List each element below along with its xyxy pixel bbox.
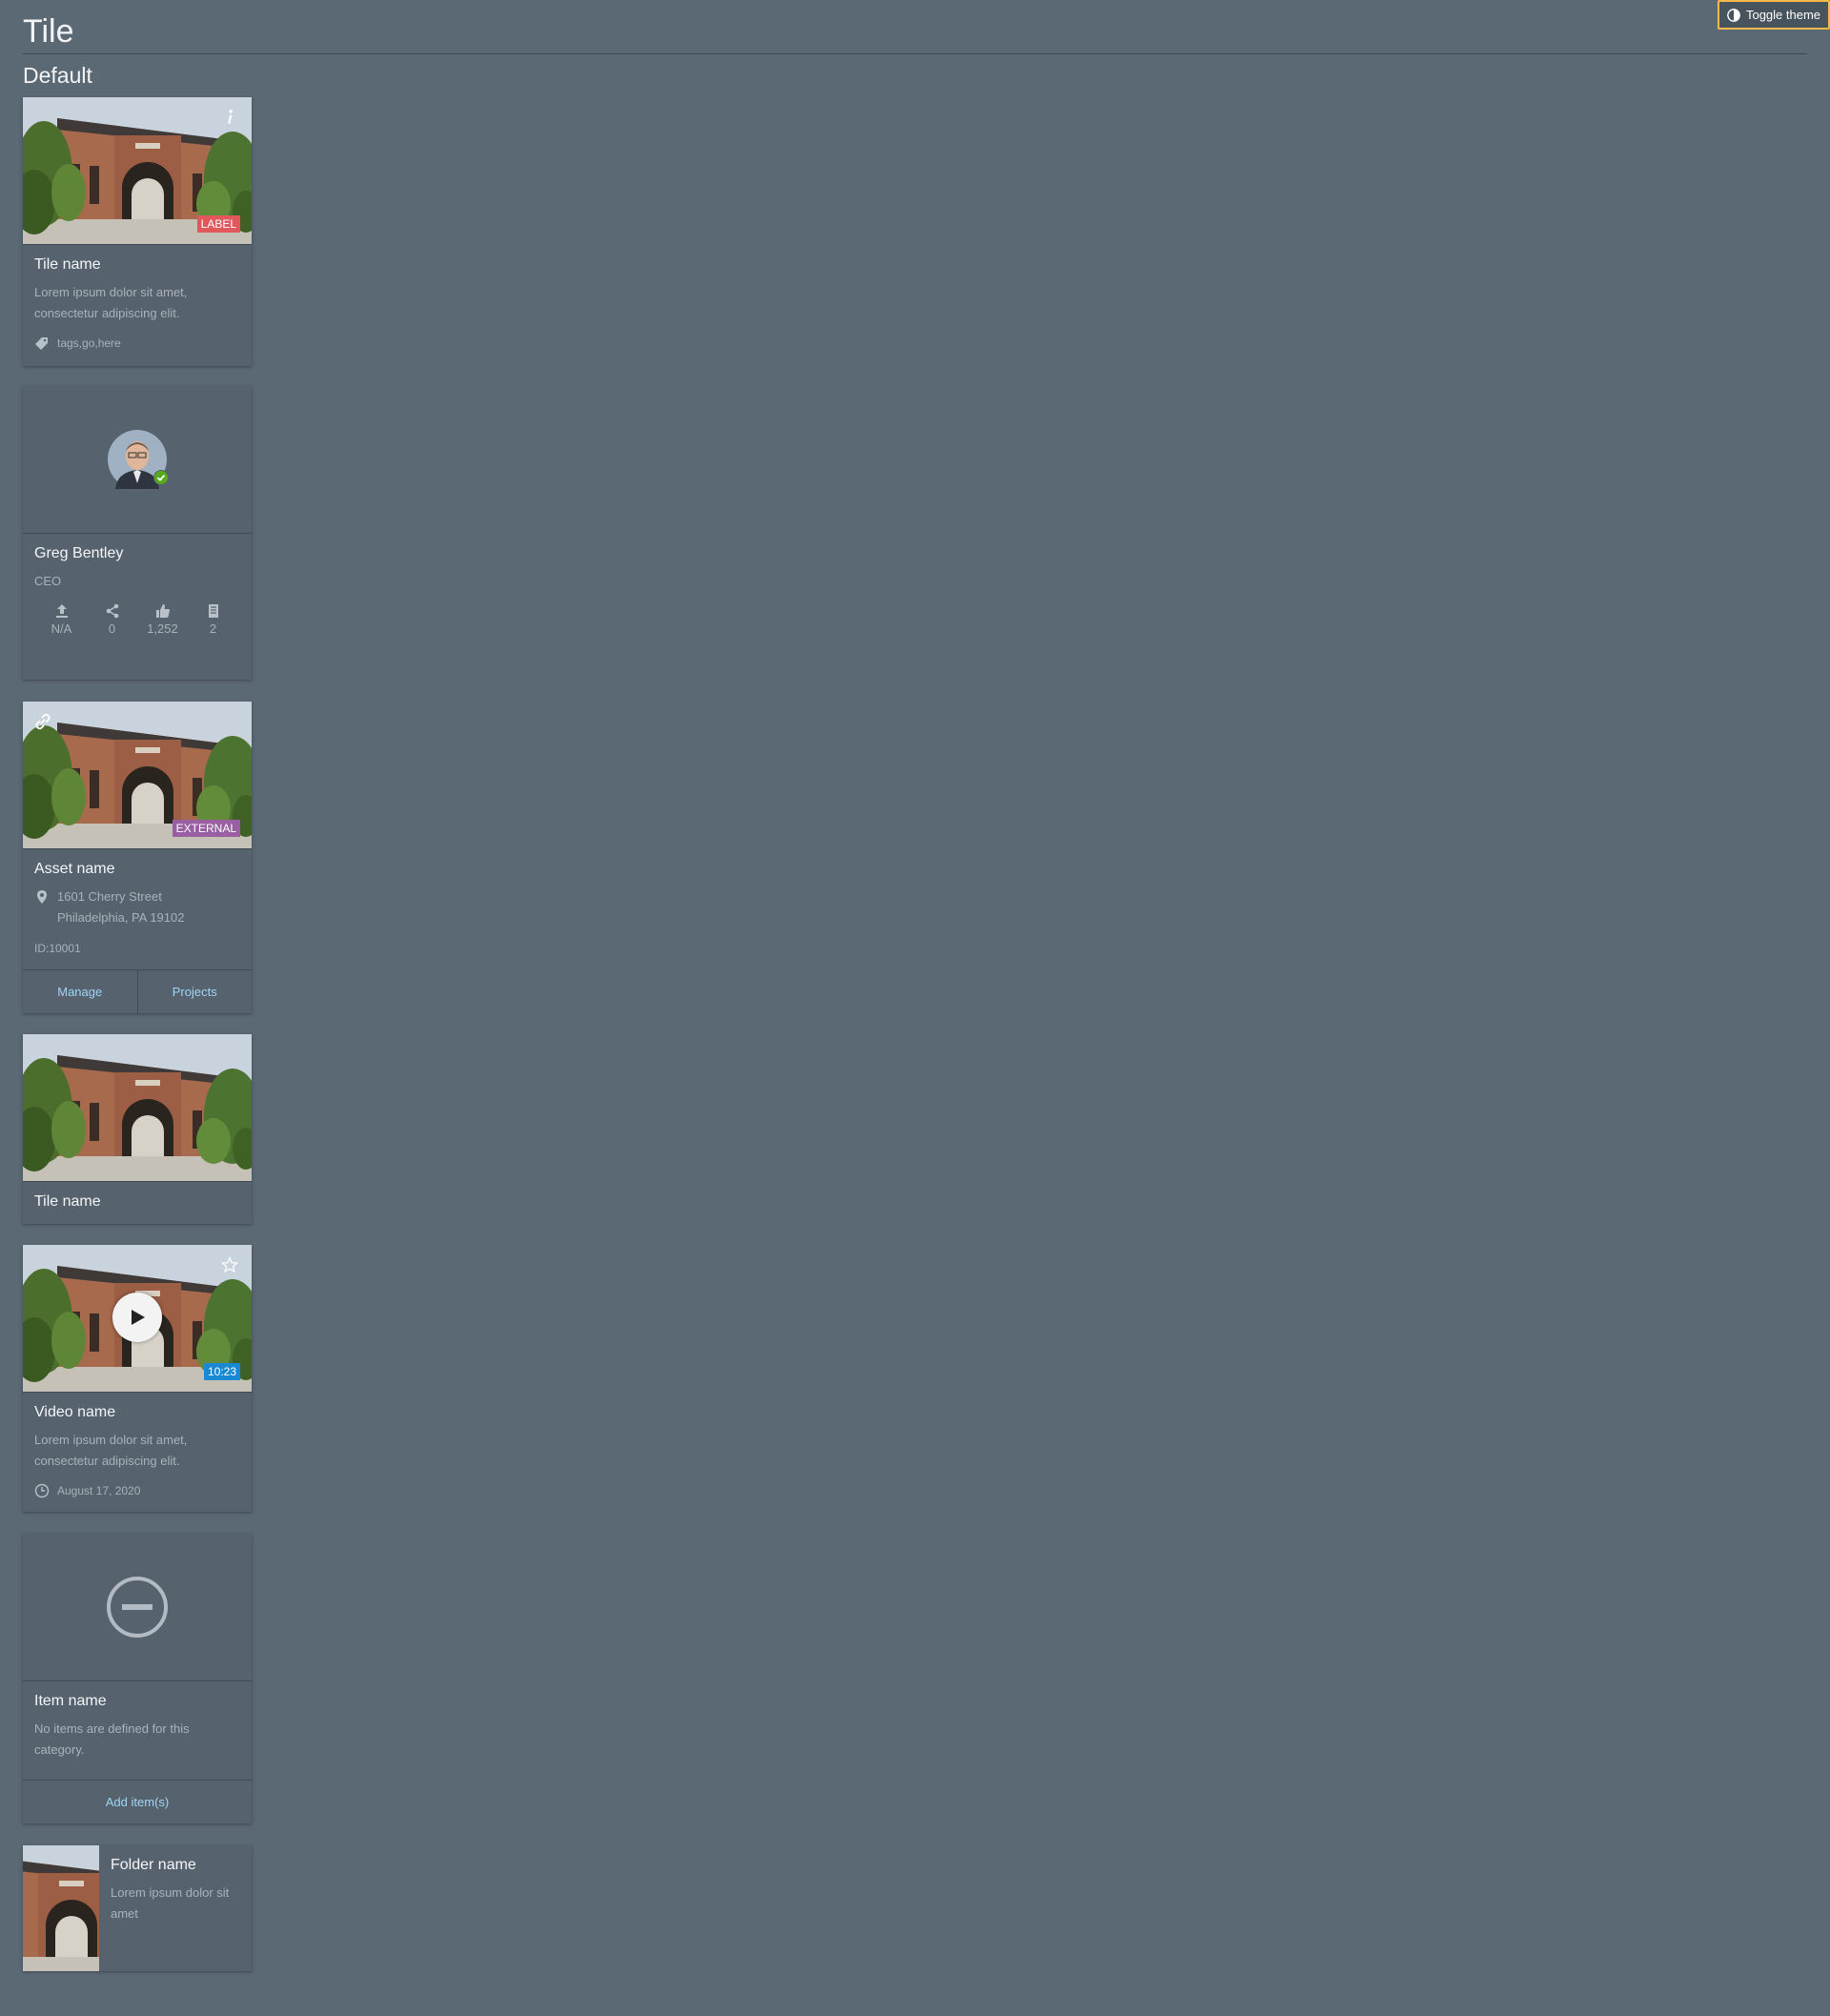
link-icon[interactable]	[34, 713, 51, 730]
empty-item-tile[interactable]: Item name No items are defined for this …	[23, 1534, 252, 1823]
video-thumbnail: 10:23	[23, 1245, 252, 1393]
asset-tile[interactable]: EXTERNAL Asset name 1601 Cherry Street P…	[23, 702, 252, 1013]
share-icon	[106, 603, 118, 619]
section-title: Default	[23, 63, 92, 88]
external-badge: EXTERNAL	[172, 820, 240, 837]
manage-button[interactable]: Manage	[23, 970, 137, 1013]
play-icon	[132, 1310, 145, 1325]
document-icon	[208, 604, 218, 618]
tile-default[interactable]: LABEL Tile name Lorem ipsum dolor sit am…	[23, 97, 252, 366]
theme-icon	[1727, 8, 1740, 22]
asset-thumbnail: EXTERNAL	[23, 702, 252, 849]
title-divider	[23, 53, 1807, 54]
address-line-2: Philadelphia, PA 19102	[57, 910, 185, 925]
empty-thumbnail	[23, 1534, 252, 1681]
stat-shares: 0	[90, 603, 135, 636]
tile-tags: tags,go,here	[57, 336, 121, 350]
folder-tile[interactable]: Folder name Lorem ipsum dolor sit amet	[23, 1845, 252, 1971]
play-button[interactable]	[112, 1293, 162, 1342]
stat-uploads-value: N/A	[51, 621, 72, 636]
tag-icon	[35, 337, 48, 350]
user-thumbnail	[23, 386, 252, 534]
item-description: No items are defined for this category.	[34, 1721, 190, 1757]
stat-documents-value: 2	[209, 621, 217, 636]
no-entry-icon	[107, 1577, 168, 1638]
location-pin-icon	[37, 890, 47, 904]
info-icon[interactable]	[221, 109, 238, 126]
video-name: Video name	[34, 1404, 116, 1420]
stat-uploads: N/A	[39, 603, 85, 636]
building-image	[23, 1034, 252, 1181]
tile-name: Tile name	[34, 256, 101, 273]
online-check-icon	[153, 470, 169, 485]
stat-likes-value: 1,252	[147, 621, 178, 636]
toggle-theme-button[interactable]: Toggle theme	[1718, 0, 1830, 30]
user-role: CEO	[34, 574, 62, 588]
asset-name: Asset name	[34, 861, 115, 877]
asset-address: 1601 Cherry Street Philadelphia, PA 1910…	[34, 886, 240, 928]
tile-description: Lorem ipsum dolor sit amet, consectetur …	[34, 285, 188, 320]
add-items-button[interactable]: Add item(s)	[23, 1781, 252, 1823]
item-name: Item name	[34, 1693, 107, 1709]
clock-icon	[34, 1483, 50, 1498]
thumbs-up-icon	[155, 604, 170, 618]
tile-minimal[interactable]: Tile name	[23, 1034, 252, 1224]
tile-thumbnail	[23, 1034, 252, 1182]
stat-documents: 2	[191, 603, 236, 636]
projects-button[interactable]: Projects	[136, 970, 253, 1013]
building-image	[23, 1845, 99, 1971]
tile-name: Tile name	[34, 1193, 101, 1210]
address-line-1: 1601 Cherry Street	[57, 889, 162, 904]
user-stats: N/A 0 1,252 2	[34, 603, 240, 672]
asset-id: ID:10001	[34, 942, 81, 955]
folder-description: Lorem ipsum dolor sit amet	[111, 1885, 230, 1921]
video-description: Lorem ipsum dolor sit amet, consectetur …	[34, 1433, 188, 1468]
video-date: August 17, 2020	[57, 1484, 141, 1497]
stat-shares-value: 0	[108, 621, 116, 636]
video-tile[interactable]: 10:23 Video name Lorem ipsum dolor sit a…	[23, 1245, 252, 1512]
folder-thumbnail	[23, 1845, 99, 1971]
star-icon[interactable]	[221, 1256, 238, 1273]
user-tile[interactable]: Greg Bentley CEO N/A 0 1,252 2	[23, 386, 252, 680]
label-badge: LABEL	[196, 215, 240, 233]
page-title: Tile	[23, 13, 74, 50]
user-name: Greg Bentley	[34, 545, 124, 561]
tile-thumbnail: LABEL	[23, 97, 252, 245]
folder-name: Folder name	[111, 1857, 196, 1873]
upload-icon	[55, 604, 68, 618]
avatar	[108, 430, 169, 489]
stat-likes: 1,252	[140, 603, 186, 636]
duration-badge: 10:23	[203, 1363, 240, 1380]
toggle-theme-label: Toggle theme	[1745, 8, 1821, 22]
